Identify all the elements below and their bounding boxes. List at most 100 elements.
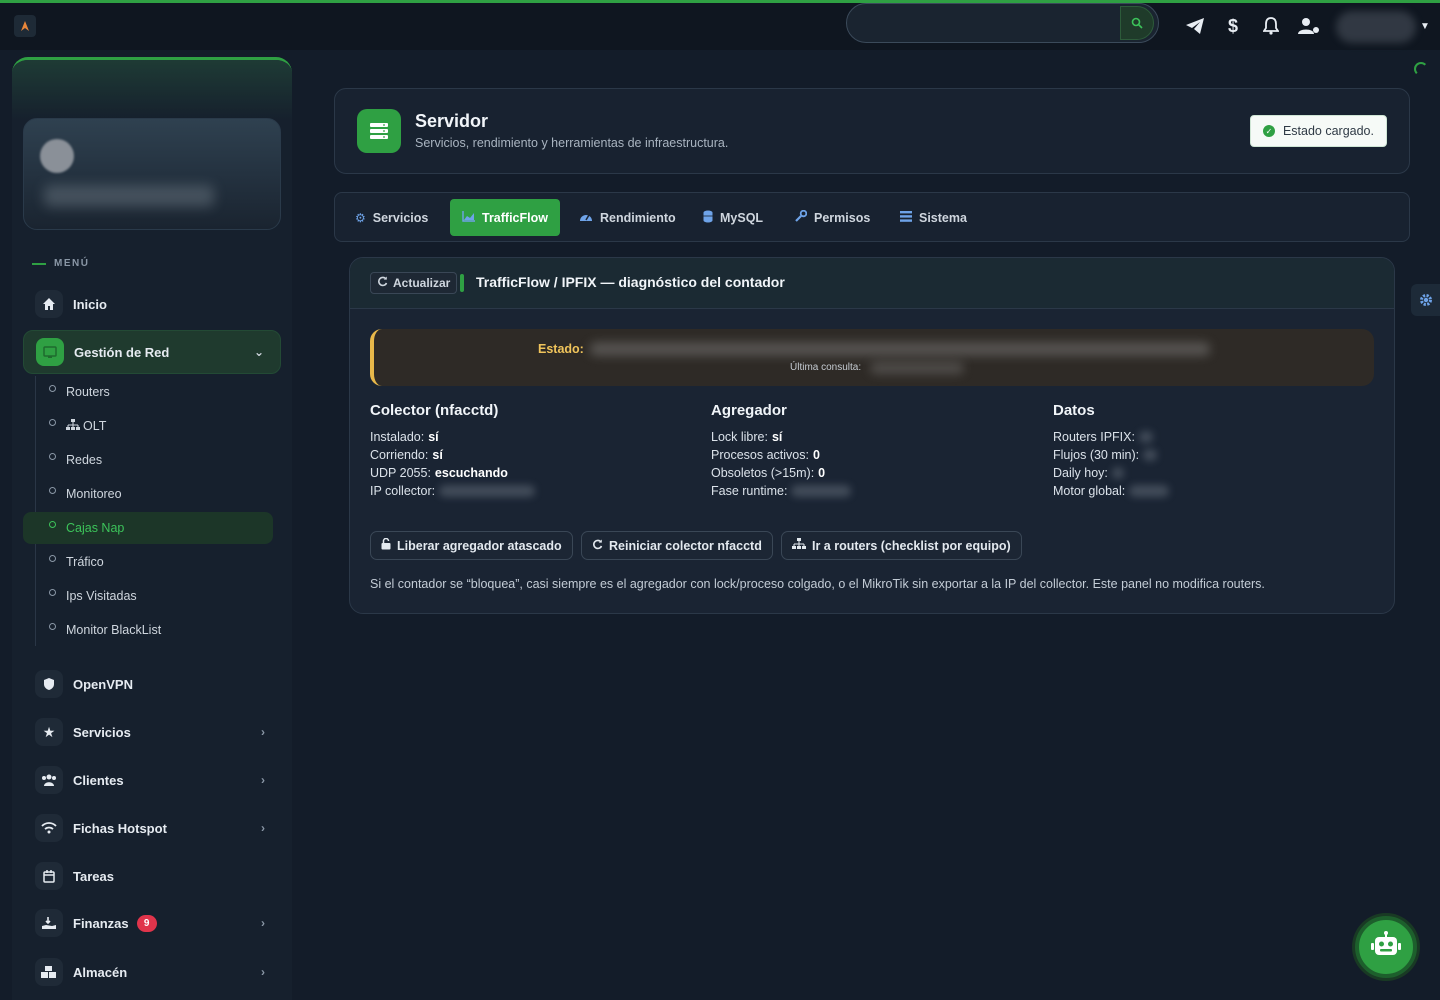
robot-icon <box>1370 930 1402 964</box>
chatbot-button[interactable] <box>1355 916 1417 978</box>
redo-icon <box>592 539 603 553</box>
datos-flows: Flujos (30 min): <box>1053 446 1373 464</box>
refresh-button[interactable]: Actualizar <box>370 272 465 294</box>
home-icon <box>35 290 63 318</box>
help-note: Si el contador se “bloquea”, casi siempr… <box>370 577 1265 591</box>
profile-card[interactable] <box>23 118 281 230</box>
status-alert: Estado: Última consulta: <box>370 329 1374 386</box>
check-circle-icon: ✓ <box>1262 125 1275 137</box>
aggregator-obsolete: Obsoletos (>15m): 0 <box>711 466 826 480</box>
dollar-icon[interactable]: $ <box>1222 15 1244 37</box>
restart-collector-button[interactable]: Reiniciar colector nfacctd <box>581 531 773 560</box>
sidebar-subitem-monitor-blacklist[interactable]: Monitor BlackList <box>23 614 281 646</box>
datos-daily: Daily hoy: <box>1053 464 1373 482</box>
sidebar-subitem-routers[interactable]: Routers <box>23 376 281 408</box>
aggregator-lock: Lock libre: sí <box>711 430 783 444</box>
sub-menu: Routers OLT Redes Monitoreo Cajas Nap Tr… <box>23 376 281 648</box>
notification-badge: 9 <box>136 914 157 932</box>
sidebar-item-finanzas[interactable]: Finanzas 9 › <box>23 901 281 945</box>
bell-icon[interactable] <box>1260 15 1282 37</box>
chart-area-icon <box>462 210 475 225</box>
estado-label: Estado: <box>538 342 584 356</box>
boxes-icon <box>35 958 63 986</box>
collector-ip: IP collector: <box>370 482 690 500</box>
aggregator-procs: Procesos activos: 0 <box>711 448 820 462</box>
last-query-label: Última consulta: <box>790 362 862 373</box>
datos-routers: Routers IPFIX: <box>1053 428 1373 446</box>
sidebar-item-almacen[interactable]: Almacén › <box>23 950 281 994</box>
chevron-right-icon: › <box>261 725 265 739</box>
sitemap-icon <box>66 418 80 434</box>
chevron-right-icon: › <box>261 821 265 835</box>
sidebar-item-gestion-de-red[interactable]: Gestión de Red ⌄ <box>23 330 281 374</box>
unlock-icon <box>381 537 391 553</box>
collector-section: Colector (nfacctd) Instalado: sí Corriend… <box>370 402 690 500</box>
chevron-down-icon[interactable]: ▼ <box>1420 21 1430 32</box>
sidebar-subitem-cajas-nap[interactable]: Cajas Nap <box>23 512 273 544</box>
chevron-down-icon: ⌄ <box>253 345 264 359</box>
trafficflow-panel: Actualizar TrafficFlow / IPFIX — diagnós… <box>349 257 1395 614</box>
collector-title: Colector (nfacctd) <box>370 402 499 419</box>
go-routers-button[interactable]: Ir a routers (checklist por equipo) <box>781 531 1022 560</box>
settings-gear-icon[interactable] <box>1411 284 1440 316</box>
top-bar: $ ▼ <box>0 3 1440 50</box>
tab-rendimiento[interactable]: Rendimiento <box>567 199 688 236</box>
network-icon <box>36 338 64 366</box>
list-icon <box>900 210 912 225</box>
aggregator-phase: Fase runtime: <box>711 482 1031 500</box>
status-badge: ✓ Estado cargado. <box>1249 115 1387 147</box>
user-menu[interactable] <box>1336 11 1416 43</box>
sidebar-subitem-redes[interactable]: Redes <box>23 444 281 476</box>
page-title: Servidor <box>415 111 489 131</box>
aggregator-section: Agregador Lock libre: sí Procesos activos… <box>711 402 1031 500</box>
tab-sistema[interactable]: Sistema <box>888 199 979 236</box>
datos-motor: Motor global: <box>1053 482 1373 500</box>
loading-spinner <box>1414 62 1428 76</box>
collector-installed: Instalado: sí <box>370 430 439 444</box>
shield-icon <box>35 670 63 698</box>
brand-logo[interactable] <box>14 15 36 37</box>
telegram-icon[interactable] <box>1184 15 1206 37</box>
chevron-right-icon: › <box>261 773 265 787</box>
server-icon <box>357 109 401 153</box>
star-icon: ★ <box>35 718 63 746</box>
datos-section: Datos Routers IPFIX: Flujos (30 min): Da… <box>1053 402 1373 500</box>
chevron-right-icon: › <box>261 916 265 930</box>
sidebar-subitem-monitoreo[interactable]: Monitoreo <box>23 478 281 510</box>
sidebar-subitem-olt[interactable]: OLT <box>23 410 281 442</box>
tab-trafficflow[interactable]: TrafficFlow <box>450 199 560 236</box>
hand-money-icon <box>35 909 63 937</box>
collector-running: Corriendo: sí <box>370 448 443 462</box>
page-header: Servidor Servicios, rendimiento y herram… <box>334 88 1410 174</box>
estado-value <box>590 342 1210 356</box>
avatar <box>40 139 74 173</box>
sidebar-item-inicio[interactable]: Inicio <box>23 282 281 326</box>
sidebar-item-fichas-hotspot[interactable]: Fichas Hotspot › <box>23 806 281 850</box>
chevron-right-icon: › <box>261 965 265 979</box>
panel-title: TrafficFlow / IPFIX — diagnóstico del co… <box>476 274 785 290</box>
profile-name <box>44 185 214 207</box>
datos-title: Datos <box>1053 402 1095 419</box>
last-query-value <box>870 362 964 374</box>
tab-servicios[interactable]: ⚙ Servicios <box>343 199 440 236</box>
sidebar-subitem-ips-visitadas[interactable]: Ips Visitadas <box>23 580 281 612</box>
sidebar-item-clientes[interactable]: Clientes › <box>23 758 281 802</box>
refresh-icon <box>377 276 388 290</box>
gauge-icon <box>579 211 593 225</box>
calendar-icon <box>35 862 63 890</box>
tab-permisos[interactable]: Permisos <box>783 199 882 236</box>
aggregator-title: Agregador <box>711 402 787 419</box>
user-cog-icon[interactable] <box>1298 15 1320 37</box>
search-input[interactable] <box>846 3 1159 43</box>
sidebar-item-openvpn[interactable]: OpenVPN <box>23 662 281 706</box>
search-button[interactable] <box>1120 6 1154 40</box>
database-icon <box>703 210 713 226</box>
sidebar-item-servicios[interactable]: ★ Servicios › <box>23 710 281 754</box>
wifi-icon <box>35 814 63 842</box>
release-aggregator-button[interactable]: Liberar agregador atascado <box>370 531 573 560</box>
sidebar-item-tareas[interactable]: Tareas <box>23 854 281 898</box>
sidebar: MENÚ Inicio Gestión de Red ⌄ Routers OLT… <box>12 57 292 1000</box>
sidebar-subitem-trafico[interactable]: Tráfico <box>23 546 281 578</box>
tab-mysql[interactable]: MySQL <box>691 199 775 236</box>
page-subtitle: Servicios, rendimiento y herramientas de… <box>415 136 729 150</box>
